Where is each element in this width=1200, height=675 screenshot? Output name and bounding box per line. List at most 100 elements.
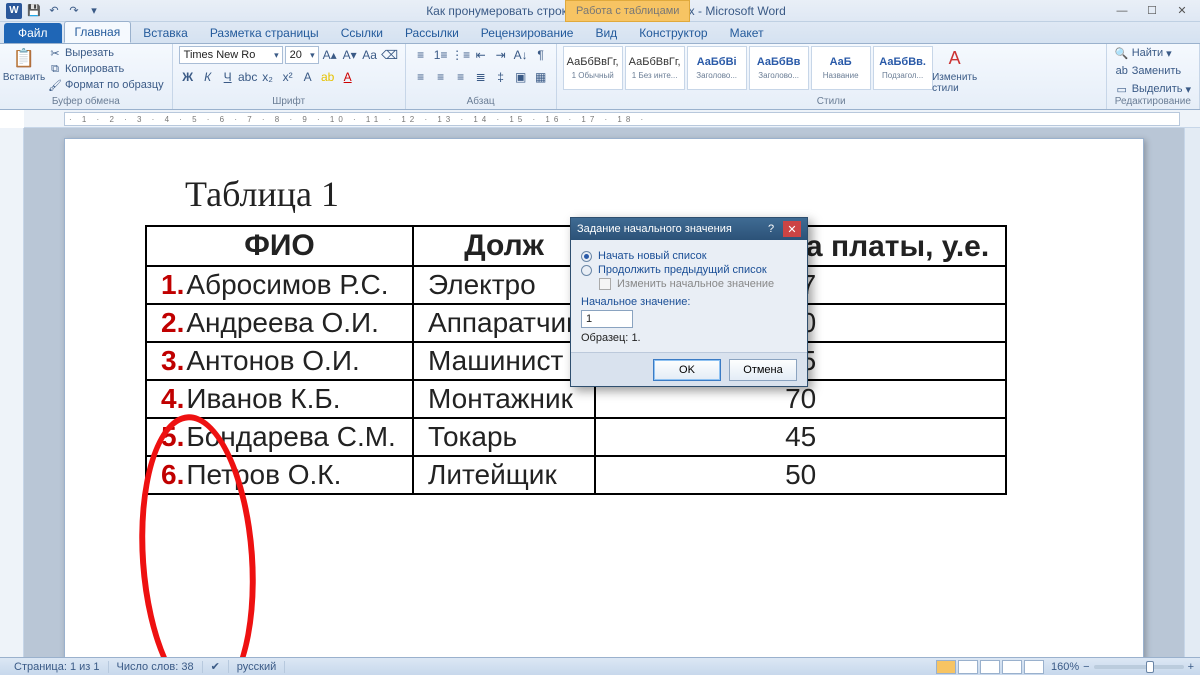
cell-position[interactable]: Электро (413, 266, 595, 304)
italic-button[interactable]: К (199, 68, 217, 86)
sort-button[interactable]: A↓ (512, 46, 530, 64)
style-card[interactable]: АаБбВвГг,1 Без инте... (625, 46, 685, 90)
header-position[interactable]: Долж (413, 226, 595, 266)
view-web-button[interactable] (980, 660, 1000, 674)
status-language[interactable]: русский (229, 661, 285, 673)
row-number[interactable]: 2. (146, 304, 184, 342)
font-color-button[interactable]: A (339, 68, 357, 86)
dialog-cancel-button[interactable]: Отмена (729, 359, 797, 381)
minimize-button[interactable]: — (1108, 3, 1136, 19)
line-spacing-button[interactable]: ‡ (492, 68, 510, 86)
bullets-button[interactable]: ≡ (412, 46, 430, 64)
status-proofing-icon[interactable]: ✔ (203, 660, 229, 673)
status-words[interactable]: Число слов: 38 (109, 661, 203, 673)
bold-button[interactable]: Ж (179, 68, 197, 86)
dialog-ok-button[interactable]: OK (653, 359, 721, 381)
style-card[interactable]: АаБНазвание (811, 46, 871, 90)
tab-home[interactable]: Главная (64, 21, 132, 43)
cell-name[interactable]: Бондарева С.М. (184, 418, 413, 456)
qat-save-icon[interactable]: 💾 (26, 3, 42, 19)
cell-position[interactable]: Токарь (413, 418, 595, 456)
subscript-button[interactable]: x₂ (259, 68, 277, 86)
cell-rate[interactable]: 45 (595, 418, 1006, 456)
align-center-button[interactable]: ≡ (432, 68, 450, 86)
style-card[interactable]: АаБбВвГг,1 Обычный (563, 46, 623, 90)
row-number[interactable]: 4. (146, 380, 184, 418)
header-fio[interactable]: ФИО (146, 226, 413, 266)
find-button[interactable]: 🔍Найти ▾ (1113, 46, 1174, 60)
change-case-button[interactable]: Aa (361, 46, 379, 64)
tab-view[interactable]: Вид (585, 23, 627, 43)
cell-position[interactable]: Аппаратчик (413, 304, 595, 342)
change-styles-button[interactable]: A Изменить стили (937, 46, 973, 94)
justify-button[interactable]: ≣ (472, 68, 490, 86)
cell-position[interactable]: Монтажник (413, 380, 595, 418)
shrink-font-button[interactable]: A▾ (341, 46, 359, 64)
cell-name[interactable]: Иванов К.Б. (184, 380, 413, 418)
text-effects-button[interactable]: A (299, 68, 317, 86)
style-gallery[interactable]: АаБбВвГг,1 ОбычныйАаБбВвГг,1 Без инте...… (563, 46, 933, 90)
tab-mailings[interactable]: Рассылки (395, 23, 469, 43)
cell-name[interactable]: Антонов О.И. (184, 342, 413, 380)
qat-customize-icon[interactable]: ▾ (86, 3, 102, 19)
row-number[interactable]: 3. (146, 342, 184, 380)
close-button[interactable]: ✕ (1168, 3, 1196, 19)
view-print-layout-button[interactable] (936, 660, 956, 674)
zoom-out-button[interactable]: − (1083, 661, 1089, 673)
tab-review[interactable]: Рецензирование (471, 23, 584, 43)
horizontal-ruler[interactable]: · 1 · 2 · 3 · 4 · 5 · 6 · 7 · 8 · 9 · 10… (24, 110, 1200, 128)
font-name-combo[interactable]: Times New Ro (179, 46, 283, 64)
tab-page-layout[interactable]: Разметка страницы (200, 23, 329, 43)
highlight-button[interactable]: ab (319, 68, 337, 86)
dialog-close-button[interactable]: ✕ (783, 221, 801, 237)
font-size-combo[interactable]: 20 (285, 46, 319, 64)
align-right-button[interactable]: ≡ (452, 68, 470, 86)
style-card[interactable]: АаБбВвЗаголово... (749, 46, 809, 90)
grow-font-button[interactable]: A▴ (321, 46, 339, 64)
cut-button[interactable]: ✂Вырезать (46, 46, 166, 60)
strike-button[interactable]: abc (239, 68, 257, 86)
cell-position[interactable]: Литейщик (413, 456, 595, 494)
zoom-control[interactable]: 160% − + (1051, 661, 1194, 673)
tab-references[interactable]: Ссылки (331, 23, 393, 43)
cell-rate[interactable]: 50 (595, 456, 1006, 494)
radio-start-new-list[interactable]: Начать новый список (581, 250, 797, 262)
paste-button[interactable]: 📋 Вставить (6, 46, 42, 83)
underline-button[interactable]: Ч (219, 68, 237, 86)
table-row[interactable]: 5.Бондарева С.М.Токарь45 (146, 418, 1006, 456)
cell-name[interactable]: Андреева О.И. (184, 304, 413, 342)
view-outline-button[interactable] (1002, 660, 1022, 674)
table-row[interactable]: 6.Петров О.К.Литейщик50 (146, 456, 1006, 494)
row-number[interactable]: 1. (146, 266, 184, 304)
table-caption[interactable]: Таблица 1 (185, 173, 1083, 215)
style-card[interactable]: АаБбВв.Подзагол... (873, 46, 933, 90)
multilevel-button[interactable]: ⋮≡ (452, 46, 470, 64)
copy-button[interactable]: ⧉Копировать (46, 62, 166, 76)
format-painter-button[interactable]: 🖌Формат по образцу (46, 78, 166, 92)
maximize-button[interactable]: ☐ (1138, 3, 1166, 19)
view-draft-button[interactable] (1024, 660, 1044, 674)
radio-continue-list[interactable]: Продолжить предыдущий список (581, 264, 797, 276)
page[interactable]: Таблица 1 ФИО Долж асовая ставка платы, … (64, 138, 1144, 657)
indent-button[interactable]: ⇥ (492, 46, 510, 64)
start-value-input[interactable]: 1 (581, 310, 633, 328)
dialog-help-button[interactable]: ? (763, 223, 779, 235)
cell-position[interactable]: Машинист (413, 342, 595, 380)
cell-name[interactable]: Абросимов Р.С. (184, 266, 413, 304)
select-button[interactable]: ▭Выделить ▾ (1113, 82, 1193, 96)
shading-button[interactable]: ▣ (512, 68, 530, 86)
numbering-button[interactable]: 1≡ (432, 46, 450, 64)
row-number[interactable]: 5. (146, 418, 184, 456)
tab-insert[interactable]: Вставка (133, 23, 198, 43)
superscript-button[interactable]: x² (279, 68, 297, 86)
replace-button[interactable]: abЗаменить (1113, 64, 1183, 78)
clear-format-button[interactable]: ⌫ (381, 46, 399, 64)
qat-redo-icon[interactable]: ↷ (66, 3, 82, 19)
tab-file[interactable]: Файл (4, 23, 62, 43)
dialog-titlebar[interactable]: Задание начального значения ? ✕ (571, 218, 807, 240)
zoom-slider[interactable] (1094, 665, 1184, 669)
style-card[interactable]: АаБбВіЗаголово... (687, 46, 747, 90)
borders-button[interactable]: ▦ (532, 68, 550, 86)
show-marks-button[interactable]: ¶ (532, 46, 550, 64)
vertical-ruler[interactable] (0, 128, 24, 657)
